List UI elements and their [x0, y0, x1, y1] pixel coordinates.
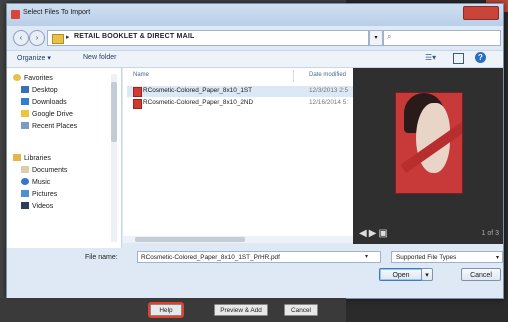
file-name: RCosmetic-Colored_Paper_8x10_2ND — [143, 99, 254, 106]
app-bottom-bar: Help Preview & Add Cancel — [0, 298, 346, 322]
file-type-select[interactable]: Supported File Types ▾ — [391, 251, 503, 263]
path-dropdown-button[interactable]: ▾ — [369, 30, 383, 46]
file-list: Name Date modified RCosmetic-Colored_Pap… — [123, 68, 353, 236]
select-files-dialog: Select Files To Import ‹ › ▸ RETAIL BOOK… — [6, 3, 504, 299]
music-icon — [21, 178, 29, 185]
search-icon: ⌕ — [387, 32, 392, 41]
file-date: 12/16/2014 5: — [309, 99, 349, 106]
dialog-titlebar: Select Files To Import — [7, 4, 503, 26]
nav-scrollbar[interactable] — [111, 74, 117, 242]
favorites-header[interactable]: Favorites — [13, 74, 53, 84]
new-folder-button[interactable]: New folder — [83, 54, 116, 61]
navigation-pane: Favorites Desktop Downloads Google Drive… — [7, 68, 122, 248]
pdf-file-icon — [133, 99, 142, 109]
file-row[interactable]: RCosmetic-Colored_Paper_8x10_1ST 12/3/20… — [127, 86, 353, 97]
preview-add-button[interactable]: Preview & Add — [214, 304, 268, 316]
nav-item-desktop[interactable]: Desktop — [21, 86, 58, 96]
libraries-icon — [13, 154, 21, 161]
search-input[interactable]: ⌕ — [383, 30, 501, 46]
nav-item-google-drive[interactable]: Google Drive — [21, 110, 73, 120]
open-button[interactable]: Open — [379, 268, 423, 281]
star-icon — [13, 74, 21, 81]
pdf-file-icon — [133, 87, 142, 97]
column-header-date[interactable]: Date modified — [309, 72, 346, 78]
view-options-icon[interactable]: ☰▾ — [425, 53, 436, 62]
nav-item-recent-places[interactable]: Recent Places — [21, 122, 77, 132]
help-icon[interactable]: ? — [475, 52, 486, 63]
back-button[interactable]: ‹ — [13, 30, 29, 46]
app-logo-icon — [11, 10, 20, 19]
file-list-scrollbar[interactable] — [123, 236, 353, 243]
file-row[interactable]: RCosmetic-Colored_Paper_8x10_2ND 12/16/2… — [127, 98, 353, 109]
nav-item-downloads[interactable]: Downloads — [21, 98, 67, 108]
folder-icon — [52, 34, 64, 44]
nav-scroll-thumb[interactable] — [111, 82, 117, 142]
recent-places-icon — [21, 122, 29, 129]
file-list-scroll-thumb[interactable] — [135, 237, 245, 242]
address-bar: ‹ › ▸ RETAIL BOOKLET & DIRECT MAIL ▾ ⌕ — [11, 28, 501, 48]
file-date: 12/3/2013 2:5 — [309, 87, 349, 94]
chevron-right-icon: ▸ — [66, 34, 70, 41]
organize-menu[interactable]: Organize ▾ — [17, 54, 51, 62]
bottom-cancel-button[interactable]: Cancel — [284, 304, 318, 316]
preview-pane-icon[interactable] — [453, 53, 464, 64]
preview-controls[interactable]: ◀▶▣ — [359, 228, 390, 239]
file-name-dropdown-icon[interactable]: ▾ — [365, 253, 368, 260]
nav-item-videos[interactable]: Videos — [21, 202, 53, 212]
filename-row: File name: RCosmetic-Colored_Paper_8x10_… — [7, 250, 503, 266]
nav-item-pictures[interactable]: Pictures — [21, 190, 57, 200]
downloads-icon — [21, 98, 29, 105]
forward-button[interactable]: › — [29, 30, 45, 46]
help-button[interactable]: Help — [148, 302, 184, 318]
file-name-label: File name: — [85, 254, 118, 261]
documents-icon — [21, 166, 29, 173]
preview-page-count: 1 of 3 — [481, 230, 499, 237]
desktop-icon — [21, 86, 29, 93]
column-divider[interactable] — [293, 70, 294, 82]
dialog-buttons: Open ▾ Cancel — [7, 268, 503, 286]
dialog-title: Select Files To Import — [23, 9, 91, 16]
file-name-input[interactable]: RCosmetic-Colored_Paper_8x10_1ST_PrHR.pd… — [137, 251, 381, 263]
file-name: RCosmetic-Colored_Paper_8x10_1ST — [143, 87, 253, 94]
google-drive-icon — [21, 110, 29, 117]
nav-item-music[interactable]: Music — [21, 178, 50, 188]
preview-pane: ◀▶▣ 1 of 3 — [353, 68, 503, 244]
chevron-down-icon: ▾ — [495, 255, 499, 261]
dialog-toolbar: Organize ▾ New folder ☰▾ ? — [7, 50, 503, 68]
path-input[interactable]: ▸ RETAIL BOOKLET & DIRECT MAIL — [47, 30, 369, 46]
preview-thumbnail — [395, 92, 463, 194]
file-type-value: Supported File Types — [396, 254, 457, 261]
nav-item-documents[interactable]: Documents — [21, 166, 67, 176]
path-text: RETAIL BOOKLET & DIRECT MAIL — [74, 33, 195, 40]
close-button[interactable] — [463, 6, 499, 20]
pictures-icon — [21, 190, 29, 197]
cancel-button[interactable]: Cancel — [461, 268, 501, 281]
videos-icon — [21, 202, 29, 209]
column-header-name[interactable]: Name — [133, 72, 149, 78]
open-dropdown-button[interactable]: ▾ — [421, 268, 433, 281]
libraries-header[interactable]: Libraries — [13, 154, 51, 164]
